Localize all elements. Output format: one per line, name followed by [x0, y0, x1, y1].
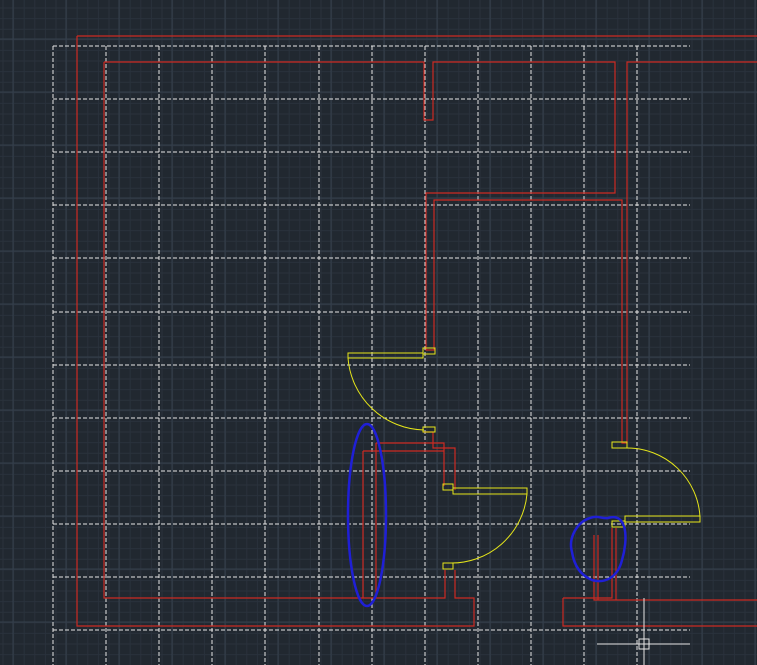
inner-wall-outline	[103, 61, 757, 599]
cad-drawing-viewport[interactable]	[0, 0, 757, 665]
drawing-canvas[interactable]	[0, 0, 757, 665]
doors-layer	[347, 347, 701, 570]
door-middle	[442, 483, 528, 570]
background-grid-major	[0, 0, 757, 665]
bathroom-partition-wall	[362, 442, 445, 598]
background-grid-minor	[0, 0, 757, 665]
